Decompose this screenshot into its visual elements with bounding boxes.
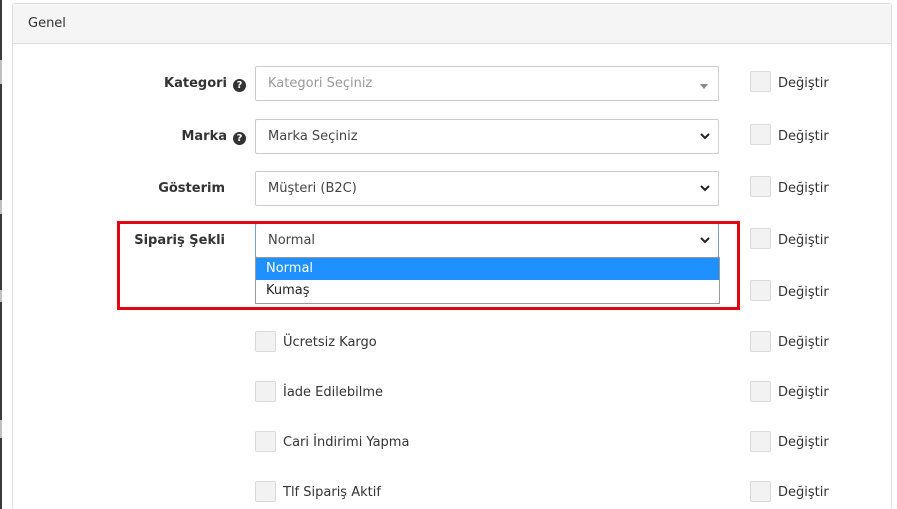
degistir-label: Değiştir [778,385,829,400]
degistir-label: Değiştir [778,485,829,500]
cari-indirimi-yapma-checkbox[interactable] [255,431,276,452]
cari-indirimi-yapma-label: Cari İndirimi Yapma [283,435,410,450]
kategori-label-text: Kategori [164,76,227,91]
marka-select-value: Marka Seçiniz [268,129,358,144]
marka-label-text: Marka [181,129,227,144]
degistir-label: Değiştir [778,129,829,144]
marka-select[interactable]: Marka Seçiniz [255,119,719,154]
degistir-checkbox-marka[interactable] [750,124,771,145]
annotation-highlight-box [117,221,740,310]
question-circle-icon[interactable]: ? [233,132,246,145]
degistir-checkbox-row5[interactable] [750,280,771,301]
kategori-select[interactable]: Kategori Seçiniz [255,66,719,101]
gosterim-select[interactable]: Müşteri (B2C) [255,171,719,206]
degistir-checkbox-siparis-sekli[interactable] [750,228,771,249]
degistir-checkbox-iade-edilebilme[interactable] [750,381,771,402]
marka-label: Marka? [150,129,246,145]
tlf-siparis-aktif-label: Tlf Sipariş Aktif [283,485,381,500]
degistir-label: Değiştir [778,335,829,350]
question-circle-icon[interactable]: ? [233,79,246,92]
chevron-down-icon [700,185,710,192]
chevron-down-icon [700,133,710,140]
degistir-label: Değiştir [778,181,829,196]
left-window-edge [0,0,2,509]
degistir-checkbox-kategori[interactable] [750,71,771,92]
tlf-siparis-aktif-checkbox[interactable] [255,481,276,502]
iade-edilebilme-label: İade Edilebilme [283,385,384,400]
caret-down-icon [700,84,708,89]
degistir-label: Değiştir [778,233,829,248]
degistir-label: Değiştir [778,76,829,91]
degistir-label: Değiştir [778,285,829,300]
degistir-checkbox-cari-indirimi[interactable] [750,431,771,452]
panel-heading: Genel [13,4,891,44]
degistir-checkbox-ucretsiz-kargo[interactable] [750,331,771,352]
kategori-select-value: Kategori Seçiniz [268,76,373,91]
gosterim-select-value: Müşteri (B2C) [268,181,357,196]
kategori-label: Kategori? [150,76,246,92]
degistir-checkbox-tlf-siparis[interactable] [750,481,771,502]
degistir-checkbox-gosterim[interactable] [750,176,771,197]
gosterim-label: Gösterim [158,181,225,196]
iade-edilebilme-checkbox[interactable] [255,381,276,402]
degistir-label: Değiştir [778,435,829,450]
ucretsiz-kargo-label: Ücretsiz Kargo [283,335,377,350]
ucretsiz-kargo-checkbox[interactable] [255,331,276,352]
